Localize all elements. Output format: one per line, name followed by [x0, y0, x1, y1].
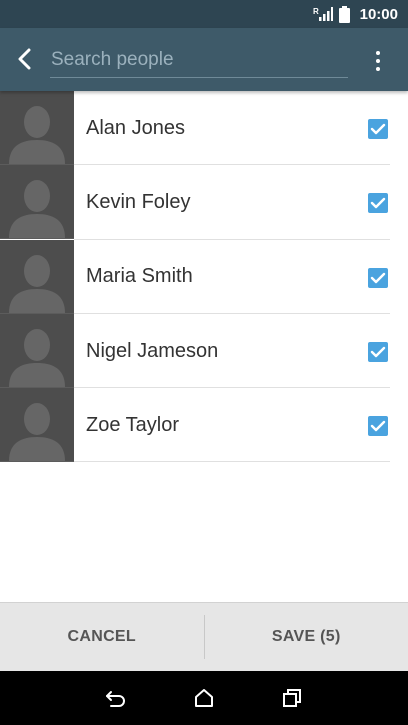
contact-checkbox[interactable] [368, 267, 388, 288]
contact-checkbox[interactable] [368, 416, 388, 437]
avatar-placeholder-icon [0, 314, 74, 389]
contact-name: Nigel Jameson [86, 339, 219, 362]
checkmark-icon [370, 123, 386, 135]
back-button[interactable] [10, 44, 40, 74]
contact-name: Maria Smith [86, 265, 193, 288]
checkmark-icon [370, 198, 386, 209]
svg-text:R: R [313, 7, 319, 16]
nav-back-button[interactable] [100, 682, 132, 714]
contact-checkbox[interactable] [368, 193, 388, 214]
back-arrow-icon [106, 691, 125, 707]
cancel-button[interactable]: CANCEL [0, 603, 204, 671]
contact-name: Zoe Taylor [86, 413, 180, 436]
save-button[interactable]: SAVE (5) [205, 603, 408, 671]
checkmark-icon [370, 420, 386, 432]
search-header [0, 28, 408, 91]
contact-row[interactable]: Zoe Taylor [0, 388, 408, 463]
chevron-left-icon [18, 48, 31, 70]
home-icon [195, 689, 213, 707]
avatar-placeholder-icon [0, 388, 74, 463]
contact-row[interactable]: Maria Smith [0, 239, 408, 314]
contact-checkbox[interactable] [368, 341, 388, 362]
contact-checkbox[interactable] [368, 119, 388, 139]
navigation-bar [0, 671, 408, 725]
contact-row[interactable]: Alan Jones [0, 91, 408, 166]
row-divider [74, 461, 390, 463]
search-field-wrapper [50, 44, 348, 78]
more-vert-icon[interactable] [364, 44, 392, 78]
contact-name: Alan Jones [86, 116, 185, 139]
recents-icon [283, 689, 301, 707]
avatar-placeholder-icon [0, 165, 74, 240]
avatar-placeholder-icon [0, 91, 74, 166]
status-time: 10:00 [359, 5, 398, 23]
battery-icon [338, 5, 350, 23]
search-input[interactable] [50, 44, 348, 76]
checkmark-icon [370, 272, 386, 283]
contact-list: Alan Jones Kevin Foley Maria Smith Nigel Ja… [0, 91, 408, 463]
avatar-placeholder-icon [0, 239, 74, 314]
nav-recents-button[interactable] [276, 682, 308, 714]
signal-icon: R [313, 6, 333, 22]
status-bar: R 10:00 [0, 0, 408, 28]
contact-row[interactable]: Kevin Foley [0, 165, 408, 240]
nav-home-button[interactable] [188, 682, 220, 714]
action-bar: CANCEL SAVE (5) [0, 602, 408, 671]
contact-row[interactable]: Nigel Jameson [0, 314, 408, 389]
checkmark-icon [370, 346, 386, 358]
contact-name: Kevin Foley [86, 190, 191, 213]
